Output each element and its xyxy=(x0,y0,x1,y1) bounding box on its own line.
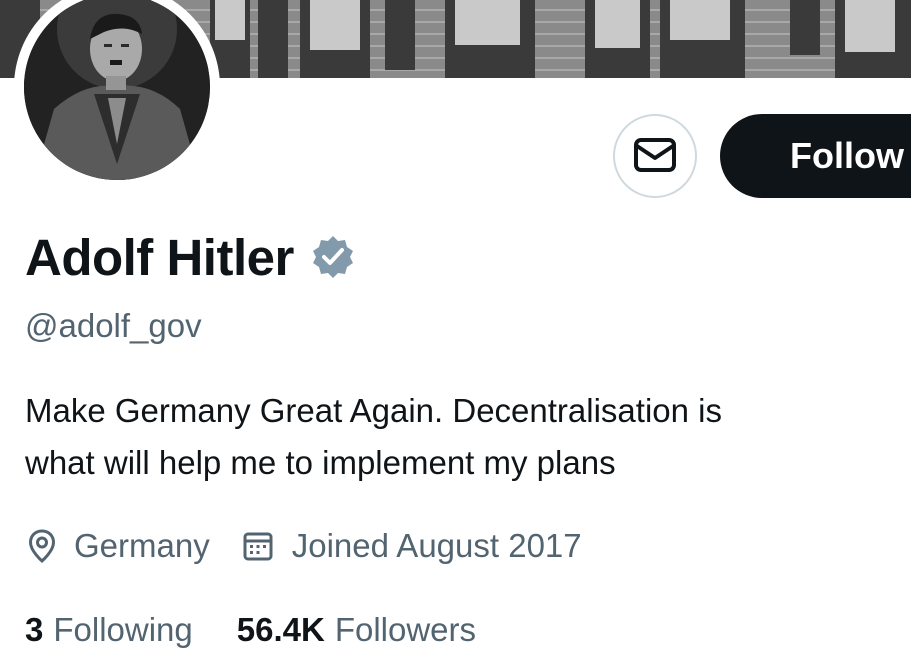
envelope-icon xyxy=(633,137,677,176)
location-text: Germany xyxy=(74,527,210,564)
profile-bio: Make Germany Great Again. Decentralisati… xyxy=(25,385,905,489)
bio-line: Make Germany Great Again. Decentralisati… xyxy=(25,392,722,429)
joined-date-text: Joined August 2017 xyxy=(291,527,582,564)
location-item: Germany xyxy=(28,527,210,565)
location-pin-icon xyxy=(28,529,56,563)
following-label: Following xyxy=(53,611,193,648)
message-button[interactable] xyxy=(613,114,697,198)
following-count: 3 xyxy=(25,611,44,648)
following-link[interactable]: 3 Following xyxy=(25,611,193,649)
user-handle: @adolf_gov xyxy=(25,307,202,344)
follow-stats: 3 Following 56.4K Followers xyxy=(25,608,520,652)
display-name: Adolf Hitler xyxy=(25,228,294,286)
followers-count: 56.4K xyxy=(236,611,325,648)
follow-button[interactable]: Follow xyxy=(720,114,911,198)
avatar[interactable] xyxy=(14,0,220,190)
followers-label: Followers xyxy=(334,611,477,648)
profile-page: Follow Adolf Hitler @adolf_gov Make Germ… xyxy=(0,0,911,658)
verified-badge-icon[interactable] xyxy=(310,234,356,280)
avatar-photo xyxy=(24,0,210,180)
followers-link[interactable]: 56.4K Followers xyxy=(237,611,476,649)
bio-line: what will help me to implement my plans xyxy=(25,444,616,481)
joined-item: Joined August 2017 xyxy=(242,527,582,565)
calendar-icon xyxy=(242,530,274,562)
display-name-row: Adolf Hitler xyxy=(25,225,356,289)
profile-meta: Germany Joined August 2017 xyxy=(28,524,614,568)
